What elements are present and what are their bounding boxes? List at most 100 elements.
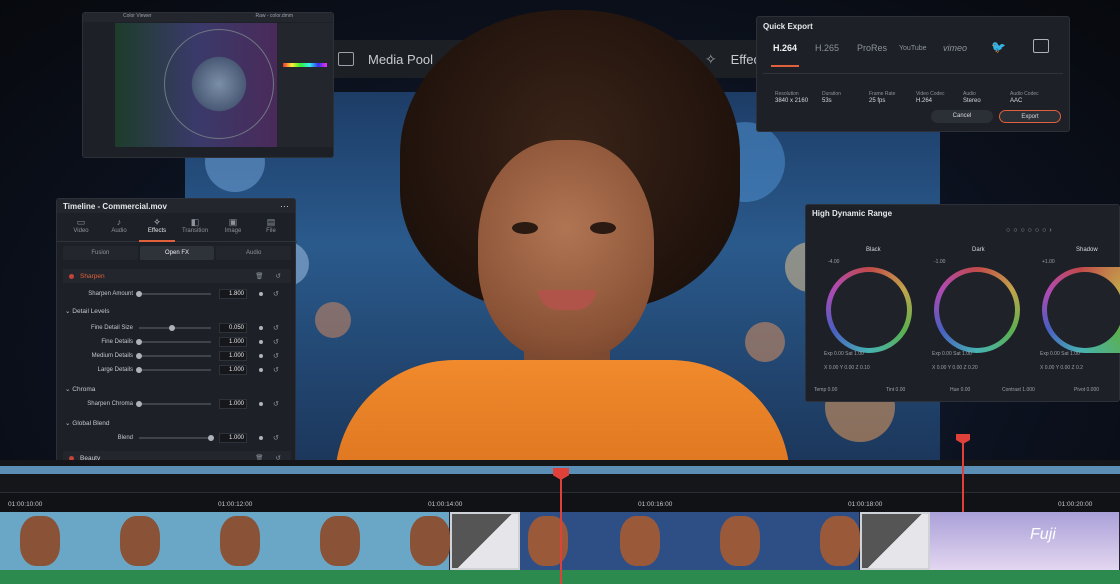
keyframe-icon[interactable] xyxy=(259,402,263,406)
y-value[interactable]: 0.00 xyxy=(844,365,854,371)
param-value[interactable]: 0.050 xyxy=(219,323,247,333)
scope-controls[interactable] xyxy=(277,23,333,147)
format-youtube[interactable]: YouTube xyxy=(899,45,927,52)
export-button[interactable]: Export xyxy=(999,110,1061,123)
slider-knob[interactable] xyxy=(136,352,142,359)
tab-transition[interactable]: ◧ Transition xyxy=(177,217,213,234)
clip-3[interactable]: Fuji xyxy=(930,512,1120,570)
pivot-field[interactable]: Pivot 0.000 xyxy=(1074,387,1099,393)
tab-audio[interactable]: ♪ Audio xyxy=(101,217,137,234)
param-value[interactable]: 1.000 xyxy=(219,399,247,409)
cancel-button[interactable]: Cancel xyxy=(931,110,993,123)
x-value[interactable]: 0.00 xyxy=(829,365,839,371)
sat-value[interactable]: 1.00 xyxy=(962,351,972,357)
field-value[interactable]: 0.00 xyxy=(828,387,838,393)
wheel-exp-sat[interactable]: Exp 0.00 Sat 1.00 xyxy=(932,351,972,357)
shadow-color-wheel[interactable] xyxy=(1042,267,1120,353)
field-value[interactable]: 0.00 xyxy=(961,387,971,393)
z-value[interactable]: 0.10 xyxy=(860,365,870,371)
format-h264[interactable]: H.264 xyxy=(770,43,800,67)
format-prores[interactable]: ProRes xyxy=(857,43,887,53)
wheel-xyz[interactable]: X 0.00 Y 0.00 Z 0.10 xyxy=(824,365,870,371)
tab-file[interactable]: ▤ File xyxy=(253,217,289,234)
subtab-openfx[interactable]: Open FX xyxy=(139,246,215,260)
y-value[interactable]: 0.00 xyxy=(952,365,962,371)
x-value[interactable]: 0.00 xyxy=(937,365,947,371)
slider-knob[interactable] xyxy=(136,366,142,373)
wheel-exp-sat[interactable]: Exp 0.00 Sat 1.00 xyxy=(1040,351,1080,357)
reset-icon[interactable]: ↺ xyxy=(273,434,279,442)
exp-value[interactable]: 0.00 xyxy=(834,351,844,357)
tab-effects[interactable]: ✧ Effects xyxy=(139,217,175,234)
z-value[interactable]: 0.2 xyxy=(1076,365,1083,371)
param-slider[interactable] xyxy=(136,366,211,373)
zone-selector[interactable]: ○○○○○○› xyxy=(1006,227,1055,234)
param-value[interactable]: 1.000 xyxy=(219,337,247,347)
clip-2[interactable] xyxy=(520,512,860,570)
field-value[interactable]: 1.000 xyxy=(1022,387,1035,393)
keyframe-icon[interactable] xyxy=(259,326,263,330)
reset-icon[interactable]: ↺ xyxy=(273,352,279,360)
param-value[interactable]: 1.800 xyxy=(219,289,247,299)
subtab-audio[interactable]: Audio xyxy=(216,246,292,260)
param-slider[interactable] xyxy=(136,338,211,345)
trash-icon[interactable]: 🗑 xyxy=(255,272,263,280)
section-global-blend[interactable]: ⌄ Global Blend xyxy=(65,419,110,427)
tint-field[interactable]: Tint 0.00 xyxy=(886,387,905,393)
reset-icon[interactable]: ↺ xyxy=(273,324,279,332)
param-slider[interactable] xyxy=(139,434,214,441)
param-slider[interactable] xyxy=(136,290,211,297)
share-icon[interactable] xyxy=(1033,39,1049,53)
param-value[interactable]: 1.000 xyxy=(219,365,247,375)
slider-knob[interactable] xyxy=(136,338,142,345)
dark-color-wheel[interactable] xyxy=(934,267,1020,353)
slider-knob[interactable] xyxy=(169,324,175,331)
wheel-exp-sat[interactable]: Exp 0.00 Sat 1.00 xyxy=(824,351,864,357)
wheel-xyz[interactable]: X 0.00 Y 0.00 Z 0.2 xyxy=(1040,365,1083,371)
z-value[interactable]: 0.20 xyxy=(968,365,978,371)
tab-image[interactable]: ▣ Image xyxy=(215,217,251,234)
reset-icon[interactable]: ↺ xyxy=(273,366,279,374)
field-value[interactable]: 0.000 xyxy=(1087,387,1100,393)
transition-2[interactable] xyxy=(860,512,930,570)
param-slider[interactable] xyxy=(136,400,211,407)
exp-value[interactable]: 0.00 xyxy=(942,351,952,357)
reset-icon[interactable]: ↺ xyxy=(273,338,279,346)
keyframe-icon[interactable] xyxy=(259,292,263,296)
reset-icon[interactable]: ↺ xyxy=(276,272,281,280)
effects-icon[interactable]: ✧ xyxy=(705,51,717,68)
wheel-xyz[interactable]: X 0.00 Y 0.00 Z 0.20 xyxy=(932,365,978,371)
reset-icon[interactable]: ↺ xyxy=(273,290,279,298)
sharpen-effect-header[interactable]: Sharpen 🗑 ↺ xyxy=(63,269,291,283)
keyframe-icon[interactable] xyxy=(259,354,263,358)
more-options-icon[interactable]: ··· xyxy=(280,201,289,211)
sat-value[interactable]: 1.00 xyxy=(854,351,864,357)
field-value[interactable]: 0.00 xyxy=(896,387,906,393)
tab-video[interactable]: ▭ Video xyxy=(63,217,99,234)
format-h265[interactable]: H.265 xyxy=(815,43,839,53)
transition-1[interactable] xyxy=(450,512,520,570)
param-value[interactable]: 1.000 xyxy=(219,433,247,443)
param-slider[interactable] xyxy=(136,352,211,359)
media-pool-icon[interactable] xyxy=(338,52,354,66)
effect-enabled-icon[interactable] xyxy=(69,273,74,279)
slider-knob[interactable] xyxy=(136,290,142,297)
black-color-wheel[interactable] xyxy=(826,267,912,353)
temp-field[interactable]: Temp 0.00 xyxy=(814,387,837,393)
sat-value[interactable]: 1.00 xyxy=(1070,351,1080,357)
y-value[interactable]: 0.00 xyxy=(1060,365,1070,371)
hue-field[interactable]: Hue 0.00 xyxy=(950,387,970,393)
reset-icon[interactable]: ↺ xyxy=(273,400,279,408)
section-chroma[interactable]: ⌄ Chroma xyxy=(65,385,95,393)
slider-knob[interactable] xyxy=(136,400,142,407)
param-slider[interactable] xyxy=(139,324,211,331)
keyframe-icon[interactable] xyxy=(259,340,263,344)
exp-value[interactable]: 0.00 xyxy=(1050,351,1060,357)
keyframe-icon[interactable] xyxy=(259,436,263,440)
playhead-line[interactable] xyxy=(560,470,562,584)
contrast-field[interactable]: Contrast 1.000 xyxy=(1002,387,1035,393)
x-value[interactable]: 0.00 xyxy=(1045,365,1055,371)
keyframe-icon[interactable] xyxy=(259,368,263,372)
param-value[interactable]: 1.000 xyxy=(219,351,247,361)
media-pool-label[interactable]: Media Pool xyxy=(368,52,433,67)
